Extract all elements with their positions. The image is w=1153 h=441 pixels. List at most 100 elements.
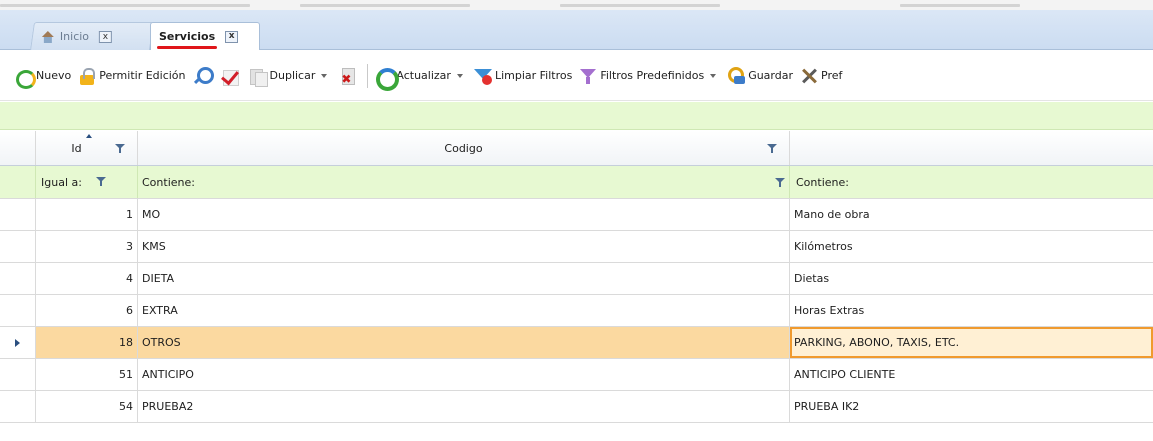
preferencias-button[interactable]: Pref	[799, 66, 842, 86]
column-header-descripcion[interactable]	[790, 131, 1153, 165]
cell-id[interactable]: 3	[36, 231, 138, 262]
table-row[interactable]: 4 DIETA Dietas	[0, 263, 1153, 295]
validate-button[interactable]	[220, 66, 242, 86]
delete-button[interactable]	[337, 66, 359, 86]
filter-icon[interactable]	[95, 177, 106, 187]
filter-icon	[578, 66, 598, 86]
cell-id[interactable]: 1	[36, 199, 138, 230]
filter-operator-descripcion: Contiene:	[796, 175, 849, 189]
filter-cell-descripcion[interactable]: Contiene:	[790, 166, 1153, 198]
filter-icon[interactable]	[115, 144, 125, 154]
cell-codigo[interactable]: PRUEBA2	[138, 391, 790, 422]
close-icon[interactable]: x	[99, 30, 113, 43]
guardar-button[interactable]: Guardar	[726, 66, 793, 86]
column-header-id-label: Id	[71, 141, 82, 155]
column-header-id[interactable]: Id	[36, 131, 138, 165]
duplicar-label: Duplicar	[269, 69, 316, 82]
guardar-label: Guardar	[748, 69, 793, 82]
row-indicator[interactable]	[0, 295, 36, 326]
filter-operator-codigo: Contiene:	[142, 175, 195, 189]
delete-icon	[337, 66, 357, 86]
tools-icon	[799, 66, 819, 86]
limpiar-filtros-button[interactable]: Limpiar Filtros	[473, 66, 572, 86]
save-layout-icon	[726, 66, 746, 86]
table-row-selected[interactable]: 18 OTROS PARKING, ABONO, TAXIS, ETC.	[0, 327, 1153, 359]
chevron-down-icon[interactable]	[710, 73, 717, 78]
current-row-arrow-icon	[15, 338, 20, 347]
new-icon	[14, 66, 36, 89]
cell-codigo[interactable]: KMS	[138, 231, 790, 262]
cell-descripcion[interactable]: Kilómetros	[790, 231, 1153, 262]
cell-descripcion-focused[interactable]: PARKING, ABONO, TAXIS, ETC.	[790, 327, 1153, 358]
row-indicator[interactable]	[0, 391, 36, 422]
filter-icon[interactable]	[775, 178, 785, 188]
row-indicator[interactable]	[0, 231, 36, 262]
cell-id[interactable]: 18	[36, 327, 138, 358]
table-row[interactable]: 3 KMS Kilómetros	[0, 231, 1153, 263]
tab-inicio-label: Inicio	[59, 30, 90, 43]
filter-icon[interactable]	[767, 144, 777, 154]
filtros-predefinidos-button[interactable]: Filtros Predefinidos	[578, 66, 720, 86]
cell-codigo[interactable]: ANTICIPO	[138, 359, 790, 390]
cell-id[interactable]: 4	[36, 263, 138, 294]
table-row[interactable]: 1 MO Mano de obra	[0, 199, 1153, 231]
row-indicator[interactable]	[0, 199, 36, 230]
duplicate-icon	[248, 66, 268, 87]
cell-descripcion[interactable]: ANTICIPO CLIENTE	[790, 359, 1153, 390]
table-row[interactable]: 6 EXTRA Horas Extras	[0, 295, 1153, 327]
actualizar-button[interactable]: Actualizar	[374, 66, 467, 91]
clear-filter-icon	[473, 66, 493, 86]
cell-descripcion[interactable]: Mano de obra	[790, 199, 1153, 230]
actualizar-label: Actualizar	[396, 69, 451, 82]
cell-descripcion[interactable]: PRUEBA IK2	[790, 391, 1153, 422]
search-button[interactable]	[192, 66, 214, 86]
filter-operator-id: Igual a:	[41, 175, 82, 189]
filter-row: Igual a: Contiene: Contiene:	[0, 166, 1153, 199]
checkmark-icon	[220, 66, 240, 86]
top-strip	[0, 0, 1153, 10]
cell-codigo[interactable]: DIETA	[138, 263, 790, 294]
tab-inicio[interactable]: Inicio x	[30, 22, 154, 50]
row-indicator-header	[0, 131, 36, 165]
cell-id[interactable]: 6	[36, 295, 138, 326]
sort-ascending-icon	[86, 134, 92, 138]
duplicar-button[interactable]: Duplicar	[248, 66, 332, 87]
top-strip-segment	[0, 4, 250, 7]
row-indicator[interactable]	[0, 359, 36, 390]
cell-codigo[interactable]: OTROS	[138, 327, 790, 358]
tab-servicios[interactable]: Servicios x	[150, 22, 260, 50]
column-header-codigo[interactable]: Codigo	[138, 131, 790, 165]
permitir-edicion-label: Permitir Edición	[99, 69, 186, 82]
refresh-icon	[374, 66, 400, 91]
filter-cell-id[interactable]: Igual a:	[36, 166, 138, 198]
filter-cell-codigo[interactable]: Contiene:	[138, 166, 790, 198]
limpiar-filtros-label: Limpiar Filtros	[494, 69, 573, 82]
chevron-down-icon[interactable]	[456, 73, 463, 78]
cell-id[interactable]: 51	[36, 359, 138, 390]
nuevo-button[interactable]: Nuevo	[14, 66, 71, 89]
top-strip-segment	[900, 4, 1020, 7]
table-row[interactable]: 51 ANTICIPO ANTICIPO CLIENTE	[0, 359, 1153, 391]
permitir-edicion-button[interactable]: Permitir Edición	[77, 66, 186, 86]
servicios-grid: Id Codigo Igual a: Contiene: Contiene: 1…	[0, 131, 1153, 423]
filtros-predefinidos-label: Filtros Predefinidos	[600, 69, 705, 82]
lock-icon	[77, 66, 97, 86]
cell-codigo[interactable]: EXTRA	[138, 295, 790, 326]
cell-id[interactable]: 54	[36, 391, 138, 422]
tab-servicios-label: Servicios	[156, 30, 218, 49]
top-strip-segment	[300, 4, 470, 7]
preferencias-label: Pref	[821, 69, 843, 82]
chevron-down-icon[interactable]	[321, 73, 328, 78]
close-icon[interactable]: x	[225, 30, 239, 43]
search-icon	[192, 66, 214, 86]
table-row[interactable]: 54 PRUEBA2 PRUEBA IK2	[0, 391, 1153, 423]
row-indicator[interactable]	[0, 263, 36, 294]
column-header-codigo-label: Codigo	[444, 141, 483, 155]
grid-header-row: Id Codigo	[0, 131, 1153, 166]
row-indicator[interactable]	[0, 327, 36, 358]
cell-descripcion[interactable]: Dietas	[790, 263, 1153, 294]
home-icon	[41, 31, 55, 43]
cell-descripcion[interactable]: Horas Extras	[790, 295, 1153, 326]
cell-codigo[interactable]: MO	[138, 199, 790, 230]
filter-panel-strip	[0, 102, 1153, 130]
